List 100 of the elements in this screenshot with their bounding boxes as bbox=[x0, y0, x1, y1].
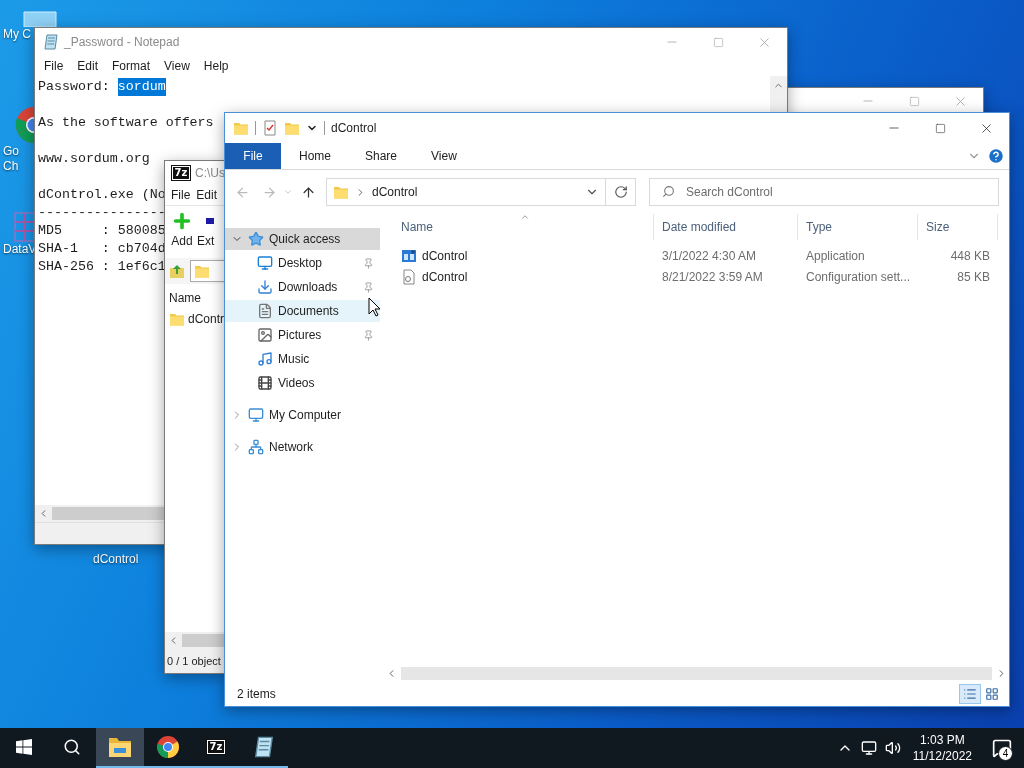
menu-item[interactable]: Format bbox=[105, 59, 158, 73]
details-view-icon bbox=[963, 687, 977, 701]
notifications-button[interactable]: 4 bbox=[980, 728, 1024, 768]
menu-item[interactable]: Edit bbox=[192, 188, 220, 202]
menu-item[interactable]: Help bbox=[196, 59, 236, 73]
column-header[interactable]: Type bbox=[798, 214, 918, 240]
plus-icon bbox=[171, 210, 193, 232]
selected-text: sordum bbox=[117, 78, 166, 96]
monitor-icon bbox=[860, 740, 877, 756]
refresh-icon bbox=[613, 185, 628, 199]
document-icon bbox=[257, 303, 273, 319]
nav-item[interactable]: Videos bbox=[225, 372, 380, 394]
scrollbar[interactable] bbox=[770, 76, 787, 112]
desktop-icon bbox=[257, 255, 273, 271]
notification-count: 4 bbox=[998, 746, 1013, 761]
search-icon bbox=[63, 738, 81, 756]
nav-item[interactable]: Network bbox=[225, 436, 380, 458]
window-title: _Password - Notepad bbox=[64, 35, 180, 49]
file-name[interactable]: dContr bbox=[188, 312, 225, 326]
windows-logo-icon bbox=[16, 739, 32, 755]
folder-icon bbox=[108, 737, 132, 757]
file-row[interactable]: dControl 3/1/2022 4:30 AM Application 448 KB bbox=[380, 245, 1009, 266]
film-icon bbox=[257, 375, 273, 391]
ribbon-tab[interactable]: Home bbox=[283, 143, 347, 169]
path-field[interactable] bbox=[190, 260, 225, 282]
window-title: C:\Us bbox=[195, 166, 225, 180]
properties-icon[interactable] bbox=[262, 120, 278, 136]
ribbon-tab[interactable]: View bbox=[415, 143, 473, 169]
toolbar-button[interactable]: Add bbox=[171, 210, 193, 248]
taskbar-button[interactable]: 7z bbox=[192, 728, 240, 768]
column-header[interactable]: Size bbox=[918, 214, 998, 240]
nav-item[interactable]: My Computer bbox=[225, 404, 380, 426]
help-icon[interactable] bbox=[987, 147, 1005, 165]
pin-icon[interactable] bbox=[363, 257, 374, 269]
nav-item[interactable]: Documents bbox=[225, 300, 380, 322]
folder-icon bbox=[194, 263, 210, 279]
column-header[interactable]: Date modified bbox=[654, 214, 798, 240]
ribbon-tab[interactable]: Share bbox=[349, 143, 414, 169]
icon-label: My C bbox=[3, 27, 31, 42]
column-header[interactable]: Name bbox=[380, 214, 654, 240]
icon-label: dControl bbox=[93, 552, 139, 567]
folder-icon bbox=[233, 120, 249, 136]
computer-icon bbox=[20, 10, 60, 27]
status-text: 2 items bbox=[237, 687, 277, 701]
scrollbar[interactable] bbox=[386, 665, 1007, 682]
app-icon bbox=[401, 247, 417, 264]
nav-item[interactable]: Pictures bbox=[225, 324, 380, 346]
pin-icon[interactable] bbox=[363, 329, 374, 341]
ribbon-tab[interactable]: File bbox=[225, 143, 281, 169]
text-line: SHA-256 : 1ef6c1 bbox=[38, 258, 166, 276]
view-button[interactable] bbox=[959, 684, 981, 704]
music-icon bbox=[257, 351, 273, 367]
computer-icon bbox=[248, 407, 264, 423]
settings-file-icon bbox=[401, 268, 417, 285]
text-line: ---------------- bbox=[38, 204, 166, 222]
notepad-icon bbox=[43, 34, 59, 50]
network-icon bbox=[248, 439, 264, 455]
menu-item[interactable]: File bbox=[167, 188, 193, 202]
folder-icon bbox=[169, 311, 185, 327]
maximize-icon bbox=[908, 95, 920, 107]
search-icon bbox=[662, 185, 675, 198]
clock[interactable]: 1:03 PM 11/12/2022 bbox=[904, 728, 980, 768]
extract-icon bbox=[205, 218, 214, 224]
date-cell-text: 8/21/2022 3:59 AM bbox=[661, 269, 764, 284]
large-icons-view-icon bbox=[985, 687, 999, 701]
icon-label: Go bbox=[3, 144, 19, 159]
column-header[interactable]: Name bbox=[169, 288, 225, 308]
nav-item[interactable]: Downloads bbox=[225, 276, 380, 298]
folder-up-icon[interactable] bbox=[169, 263, 185, 279]
scrollbar[interactable] bbox=[165, 632, 225, 649]
nav-item[interactable]: Desktop bbox=[225, 252, 380, 274]
text-line: As the software offers bbox=[38, 114, 214, 132]
icon-label: Ch bbox=[3, 159, 19, 174]
taskbar-button[interactable] bbox=[96, 728, 144, 768]
nav-item[interactable]: Music bbox=[225, 348, 380, 370]
address-bar[interactable]: dControl bbox=[326, 178, 636, 206]
archiver-logo: 7z bbox=[171, 166, 191, 180]
folder-icon bbox=[284, 120, 300, 136]
toolbar-button[interactable]: Ext bbox=[197, 210, 215, 248]
file-row[interactable]: dControl 8/21/2022 3:59 AM Configuration sett... 85 KB bbox=[380, 266, 1009, 287]
maximize-icon bbox=[712, 36, 724, 48]
text-line: MD5 : 580085 bbox=[38, 222, 166, 240]
size-cell-text: 85 KB bbox=[956, 269, 991, 284]
type-cell-text: Configuration sett... bbox=[805, 269, 912, 284]
cursor-icon bbox=[368, 297, 381, 317]
text-line: Password: bbox=[38, 78, 111, 96]
pin-icon[interactable] bbox=[363, 281, 374, 293]
folder-icon bbox=[333, 184, 349, 200]
nav-item[interactable]: Quick access bbox=[225, 228, 380, 250]
menu-item[interactable]: View bbox=[157, 59, 197, 73]
grid-icon bbox=[14, 212, 34, 242]
type-cell-text: Application bbox=[805, 248, 866, 263]
scrollbar[interactable] bbox=[35, 505, 165, 522]
search-field[interactable]: Search dControl bbox=[649, 178, 999, 206]
download-icon bbox=[257, 279, 273, 295]
chrome-icon bbox=[156, 735, 180, 759]
clock-time: 1:03 PM bbox=[920, 732, 965, 748]
menu-item[interactable]: Edit bbox=[70, 59, 106, 73]
menu-item[interactable]: File bbox=[37, 59, 71, 73]
chevron-down-icon bbox=[283, 187, 293, 197]
